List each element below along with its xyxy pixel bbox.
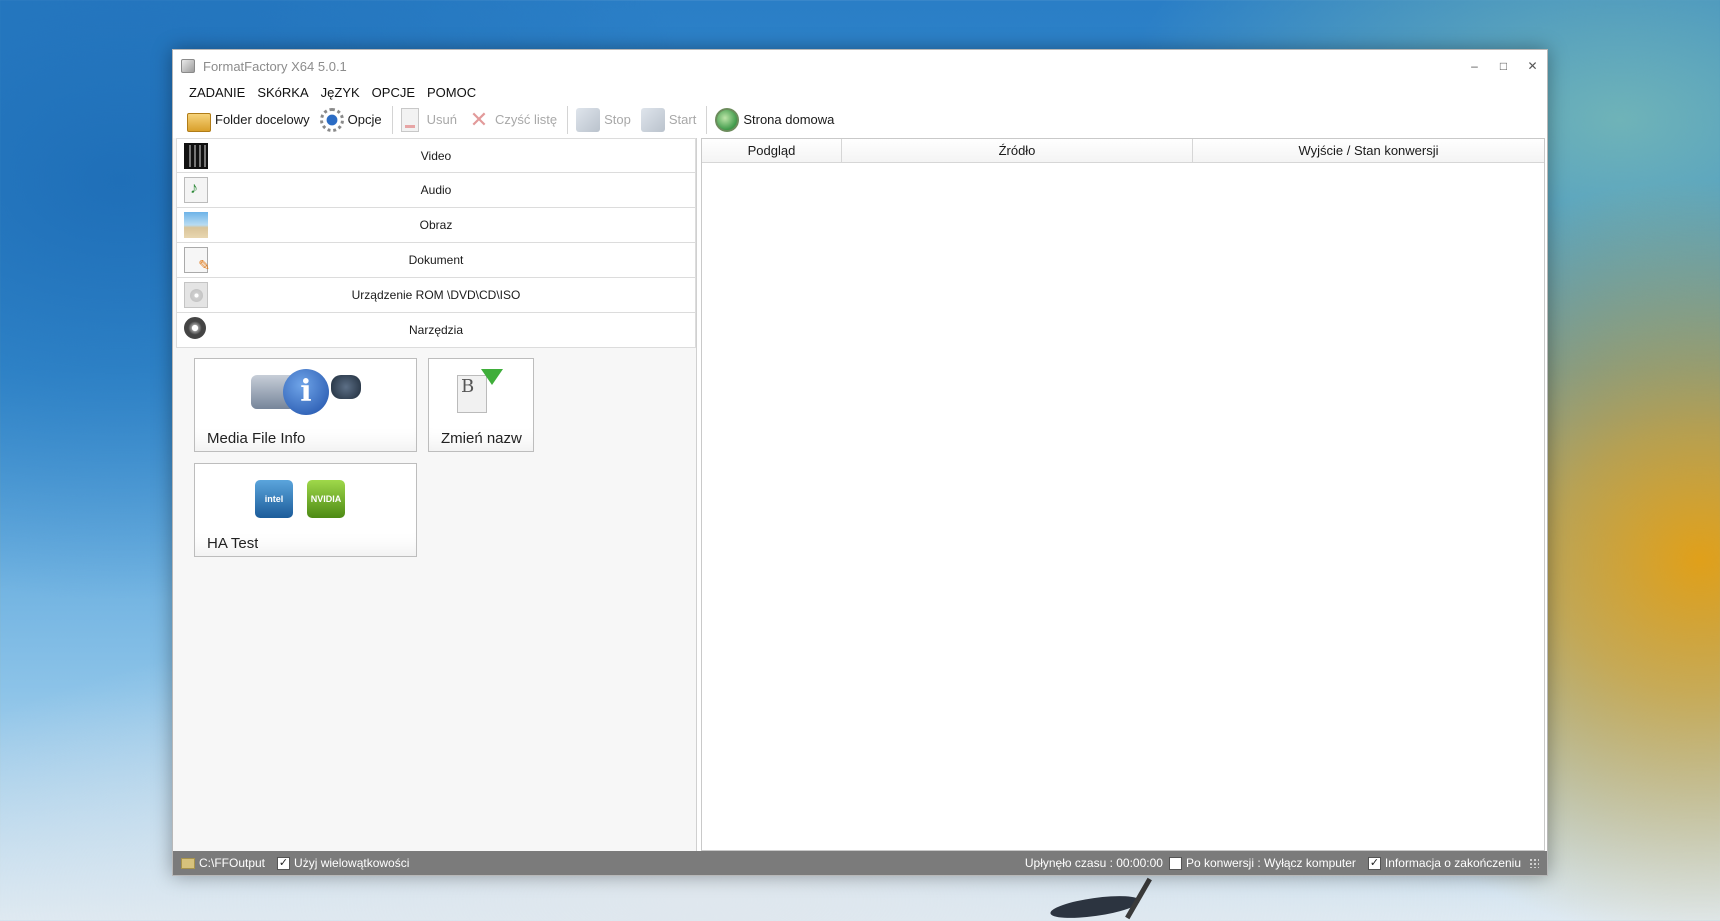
intel-chip-icon: intel bbox=[255, 480, 293, 518]
desktop-wallpaper-figure bbox=[1040, 876, 1200, 921]
main-area: Video Audio Obraz Dokument Urządzenie RO… bbox=[173, 138, 1547, 851]
category-narzedzia[interactable]: Narzędzia bbox=[176, 313, 696, 348]
start-button[interactable]: Start bbox=[639, 105, 700, 135]
music-note-icon bbox=[184, 177, 208, 203]
task-list-header: Podgląd Źródło Wyjście / Stan konwersji bbox=[702, 139, 1544, 163]
column-preview[interactable]: Podgląd bbox=[702, 139, 842, 162]
ha-test-tile[interactable]: intel NVIDIA HA Test bbox=[194, 463, 417, 557]
rename-tile[interactable]: B Zmień nazw bbox=[428, 358, 534, 452]
options-button[interactable]: Opcje bbox=[318, 105, 386, 135]
checkbox-unchecked-icon bbox=[1168, 856, 1182, 870]
category-panel: Video Audio Obraz Dokument Urządzenie RO… bbox=[173, 138, 697, 851]
clear-list-button[interactable]: ✕ Czyść listę bbox=[465, 105, 561, 135]
category-list: Video Audio Obraz Dokument Urządzenie RO… bbox=[173, 138, 696, 348]
toolbar-separator bbox=[567, 105, 569, 134]
menu-skorka[interactable]: SKóRKA bbox=[251, 85, 314, 100]
remove-document-icon bbox=[400, 107, 419, 132]
column-source[interactable]: Źródło bbox=[842, 139, 1193, 162]
menu-bar: ZADANIE SKóRKA JęZYK OPCJE POMOC bbox=[173, 82, 1547, 102]
clear-list-label: Czyść listę bbox=[494, 112, 558, 127]
hardware-acceleration-icon: intel NVIDIA bbox=[255, 480, 345, 518]
globe-icon bbox=[715, 107, 740, 132]
tile-label: HA Test bbox=[207, 535, 259, 552]
clear-x-icon: ✕ bbox=[469, 106, 489, 132]
film-icon bbox=[184, 143, 208, 169]
category-rom[interactable]: Urządzenie ROM \DVD\CD\ISO bbox=[176, 278, 696, 313]
disc-icon bbox=[184, 282, 208, 308]
tile-label: Media File Info bbox=[207, 430, 306, 447]
minimize-button[interactable]: – bbox=[1460, 50, 1489, 82]
multithread-label: Użyj wielowątkowości bbox=[294, 856, 410, 870]
rename-icon: B bbox=[457, 369, 503, 415]
folder-icon bbox=[187, 113, 211, 132]
status-right: Upłynęło czasu : 00:00:00 Po konwersji :… bbox=[1025, 856, 1539, 870]
checkbox-checked-icon: ✓ bbox=[1367, 856, 1381, 870]
notify-label: Informacja o zakończeniu bbox=[1384, 856, 1521, 870]
category-label: Narzędzia bbox=[408, 323, 464, 337]
remove-button[interactable]: Usuń bbox=[399, 105, 461, 135]
elapsed-time: Upłynęło czasu : 00:00:00 bbox=[1024, 856, 1163, 870]
nvidia-chip-icon: NVIDIA bbox=[307, 480, 345, 518]
menu-jezyk[interactable]: JęZYK bbox=[315, 85, 366, 100]
toolbar-separator bbox=[391, 105, 393, 134]
homepage-button[interactable]: Strona domowa bbox=[713, 105, 838, 135]
task-list[interactable]: Podgląd Źródło Wyjście / Stan konwersji bbox=[701, 138, 1545, 851]
menu-zadanie[interactable]: ZADANIE bbox=[183, 85, 251, 100]
stop-button[interactable]: Stop bbox=[574, 105, 635, 135]
category-dokument[interactable]: Dokument bbox=[176, 243, 696, 278]
status-bar: C:\FFOutput ✓ Użyj wielowątkowości Upłyn… bbox=[173, 851, 1547, 875]
tools-grid: i Media File Info B Zmień nazw intel NVI… bbox=[173, 348, 696, 557]
stop-label: Stop bbox=[604, 112, 631, 127]
output-path: C:\FFOutput bbox=[199, 856, 266, 870]
column-output-status[interactable]: Wyjście / Stan konwersji bbox=[1193, 139, 1544, 162]
document-icon bbox=[184, 247, 210, 274]
folder-icon bbox=[181, 857, 195, 869]
output-folder-button[interactable]: Folder docelowy bbox=[185, 105, 314, 135]
window-controls: – □ ✕ bbox=[1460, 50, 1547, 82]
category-obraz[interactable]: Obraz bbox=[176, 208, 696, 243]
category-label: Audio bbox=[420, 183, 452, 197]
shutdown-after-checkbox[interactable]: Po konwersji : Wyłącz komputer bbox=[1168, 856, 1356, 870]
stop-icon bbox=[576, 107, 601, 132]
output-folder-label: Folder docelowy bbox=[215, 112, 310, 127]
category-audio[interactable]: Audio bbox=[176, 173, 696, 208]
menu-pomoc[interactable]: POMOC bbox=[421, 85, 482, 100]
picture-icon bbox=[184, 212, 208, 238]
tools-reel-icon bbox=[184, 317, 206, 339]
app-window: FormatFactory X64 5.0.1 – □ ✕ ZADANIE SK… bbox=[172, 49, 1548, 876]
shutdown-after-label: Po konwersji : Wyłącz komputer bbox=[1185, 856, 1356, 870]
category-label: Obraz bbox=[419, 218, 453, 232]
category-label: Video bbox=[420, 148, 452, 163]
homepage-label: Strona domowa bbox=[743, 112, 835, 127]
notify-checkbox[interactable]: ✓ Informacja o zakończeniu bbox=[1367, 856, 1521, 870]
output-path-link[interactable]: C:\FFOutput bbox=[181, 856, 265, 870]
gear-icon bbox=[319, 107, 344, 132]
checkbox-checked-icon: ✓ bbox=[277, 856, 291, 870]
category-video[interactable]: Video bbox=[176, 138, 696, 173]
title-bar: FormatFactory X64 5.0.1 – □ ✕ bbox=[173, 50, 1547, 82]
resize-grip-icon[interactable] bbox=[1529, 858, 1539, 868]
toolbar-separator bbox=[706, 105, 708, 134]
category-label: Urządzenie ROM \DVD\CD\ISO bbox=[351, 288, 521, 302]
remove-label: Usuń bbox=[426, 112, 457, 127]
maximize-button[interactable]: □ bbox=[1489, 50, 1518, 82]
media-info-icon: i bbox=[251, 367, 361, 415]
tile-label: Zmień nazw bbox=[441, 430, 522, 447]
start-label: Start bbox=[668, 112, 697, 127]
multithread-checkbox[interactable]: ✓ Użyj wielowątkowości bbox=[277, 856, 409, 870]
toolbar: Folder docelowy Opcje Usuń ✕ Czyść listę… bbox=[173, 102, 1547, 137]
media-file-info-tile[interactable]: i Media File Info bbox=[194, 358, 417, 452]
options-label: Opcje bbox=[347, 112, 382, 127]
window-title: FormatFactory X64 5.0.1 bbox=[203, 58, 347, 74]
menu-opcje[interactable]: OPCJE bbox=[366, 85, 421, 100]
app-icon bbox=[181, 59, 195, 73]
category-label: Dokument bbox=[408, 253, 464, 267]
close-button[interactable]: ✕ bbox=[1518, 50, 1547, 82]
start-icon bbox=[640, 107, 665, 132]
